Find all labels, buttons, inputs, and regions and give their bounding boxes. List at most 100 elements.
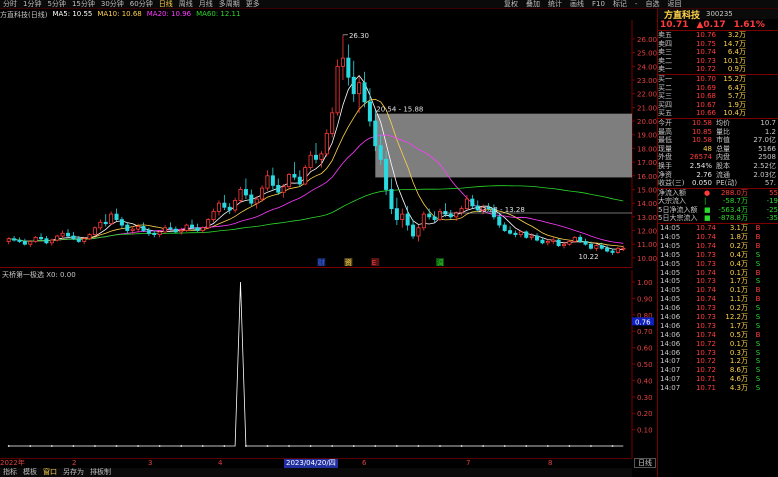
indicator-axis-label: 0.60 (637, 345, 653, 353)
price-axis-label: 14.00 (637, 200, 657, 208)
tick-price: 10.74 (695, 330, 716, 339)
bids-row[interactable]: 买四 10.67 1.9万 (658, 101, 778, 110)
tick-price: 10.72 (695, 339, 716, 348)
period-tab[interactable]: 60分钟 (127, 0, 156, 9)
indicator-tab[interactable]: 模板 (20, 468, 40, 477)
candle-body (432, 216, 437, 220)
chart-tool-button[interactable]: 返回 (663, 0, 685, 9)
asks-label: 卖一 (658, 65, 672, 74)
tick-time: 14:06 (660, 339, 681, 348)
high-label: 26.30 (349, 32, 369, 40)
asks-label: 卖三 (658, 48, 672, 57)
chart-tool-button[interactable]: - (631, 0, 642, 9)
tick-row: 14:05 10.73 1.7万 S (658, 277, 778, 286)
period-tab[interactable]: 多周期 (216, 0, 243, 9)
indicator-dot (245, 445, 247, 447)
stat-label: 今开 (658, 118, 672, 127)
chart-tool-button[interactable]: 统计 (544, 0, 566, 9)
stat-label: 市值 (716, 136, 730, 145)
fund-flow-row: 净流入额 ● 288.0万 55 (658, 189, 778, 198)
tick-side: S (755, 304, 761, 313)
tick-price: 10.71 (695, 375, 716, 384)
period-tab[interactable]: 5分钟 (44, 0, 68, 9)
tick-price: 10.73 (695, 250, 716, 259)
candle-body (238, 189, 243, 201)
indicator-dot (611, 445, 614, 447)
bids-label: 买四 (658, 100, 672, 109)
asks-row[interactable]: 卖二 10.73 10.1万 (658, 57, 778, 66)
chart-tool-button[interactable]: 自选 (641, 0, 663, 9)
period-tab[interactable]: 分时 (0, 0, 20, 9)
ask-book: 卖五 10.76 3.2万 卖四 10.75 14.7万 卖三 10.74 6.4万 卖二 10.7… (658, 31, 778, 74)
bids-row[interactable]: 买五 10.66 10.4万 (658, 109, 778, 118)
tick-price: 10.74 (695, 286, 716, 295)
tick-price: 10.73 (695, 348, 716, 357)
candle-body (411, 224, 416, 237)
tick-side: S (755, 339, 761, 348)
tick-volume: 1.1万 (729, 295, 748, 304)
tick-time: 14:05 (660, 295, 681, 304)
tick-time: 14:06 (660, 330, 681, 339)
bids-price: 10.67 (695, 100, 716, 109)
chart-tool-button[interactable]: F10 (588, 0, 609, 9)
candle-body (561, 243, 567, 246)
period-tab[interactable]: 30分钟 (98, 0, 127, 9)
candle-body (184, 224, 189, 231)
bids-row[interactable]: 买三 10.68 5.7万 (658, 92, 778, 101)
indicator-tab[interactable]: 另存为 (60, 468, 87, 477)
indicator-dot (29, 445, 32, 447)
period-tab[interactable]: 更多 (243, 0, 263, 9)
chart-tool-button[interactable]: 标记 (609, 0, 631, 9)
price-axis-label: 24.00 (637, 63, 657, 71)
candle-body (6, 238, 11, 242)
period-tab[interactable]: 月线 (196, 0, 216, 9)
asks-row[interactable]: 卖一 10.72 0.9万 (658, 65, 778, 74)
candle-body (33, 236, 38, 242)
candle-body (297, 176, 302, 185)
candle-body (405, 213, 410, 226)
indicator-chart[interactable]: 1.000.900.800.700.600.500.400.300.200.10… (0, 270, 657, 458)
candlestick-chart[interactable]: 26.30 20.54 - 15.88 13.28 - 13.28 10.22 财 资 E 调… (0, 20, 657, 268)
candle-body (497, 216, 502, 226)
candle-body (508, 230, 513, 234)
candle-body (319, 153, 324, 160)
asks-row[interactable]: 卖四 10.75 14.7万 (658, 40, 778, 49)
tick-time: 14:05 (660, 286, 681, 295)
bids-row[interactable]: 买二 10.69 6.4万 (658, 84, 778, 93)
chart-tool-button[interactable]: 叠加 (522, 0, 544, 9)
indicator-tab[interactable]: 排板制 (87, 468, 114, 477)
candle-body (130, 228, 135, 231)
indicator-tab[interactable]: 窗口 (40, 468, 60, 477)
stat-value: 10.85 (691, 127, 712, 136)
indicator-dot (288, 445, 290, 447)
date-label: 8 (548, 459, 553, 467)
tick-time: 14:05 (660, 250, 681, 259)
last-price: 10.71 (660, 19, 689, 30)
asks-row[interactable]: 卖五 10.76 3.2万 (658, 31, 778, 40)
asks-row[interactable]: 卖三 10.74 6.4万 (658, 48, 778, 57)
candle-body (243, 189, 248, 196)
period-tab[interactable]: 日线 (156, 0, 176, 9)
candle-body (346, 57, 351, 78)
period-tab[interactable]: 15分钟 (69, 0, 98, 9)
candle-body (610, 250, 615, 253)
chart-tool-button[interactable]: 画线 (566, 0, 588, 9)
tick-row: 14:05 10.74 1.1万 B (658, 295, 778, 304)
candle-body (71, 235, 76, 240)
period-tab[interactable]: 周线 (176, 0, 196, 9)
candle-body (163, 227, 168, 233)
indicator-dot (7, 445, 10, 447)
stat-value: 2508 (758, 153, 776, 162)
bids-row[interactable]: 买一 10.70 15.2万 (658, 75, 778, 84)
tick-row: 14:07 10.71 4.6万 S (658, 375, 778, 384)
fund-flow-label: 5日大宗流入 (658, 214, 698, 223)
period-tab[interactable]: 1分钟 (20, 0, 44, 9)
fund-flow-icon: ● (704, 188, 711, 197)
period-selector[interactable]: 日线 (634, 458, 656, 468)
chart-tool-button[interactable]: 复权 (500, 0, 522, 9)
tick-side: B (755, 232, 761, 241)
range-box-label: 20.54 - 15.88 (376, 106, 423, 114)
candle-body (136, 226, 141, 230)
tick-list[interactable]: 14:05 10.74 3.1万 B 14:05 10.74 1.8万 B 14:05 10.74… (658, 224, 778, 393)
indicator-tab[interactable]: 指标 (0, 468, 20, 477)
